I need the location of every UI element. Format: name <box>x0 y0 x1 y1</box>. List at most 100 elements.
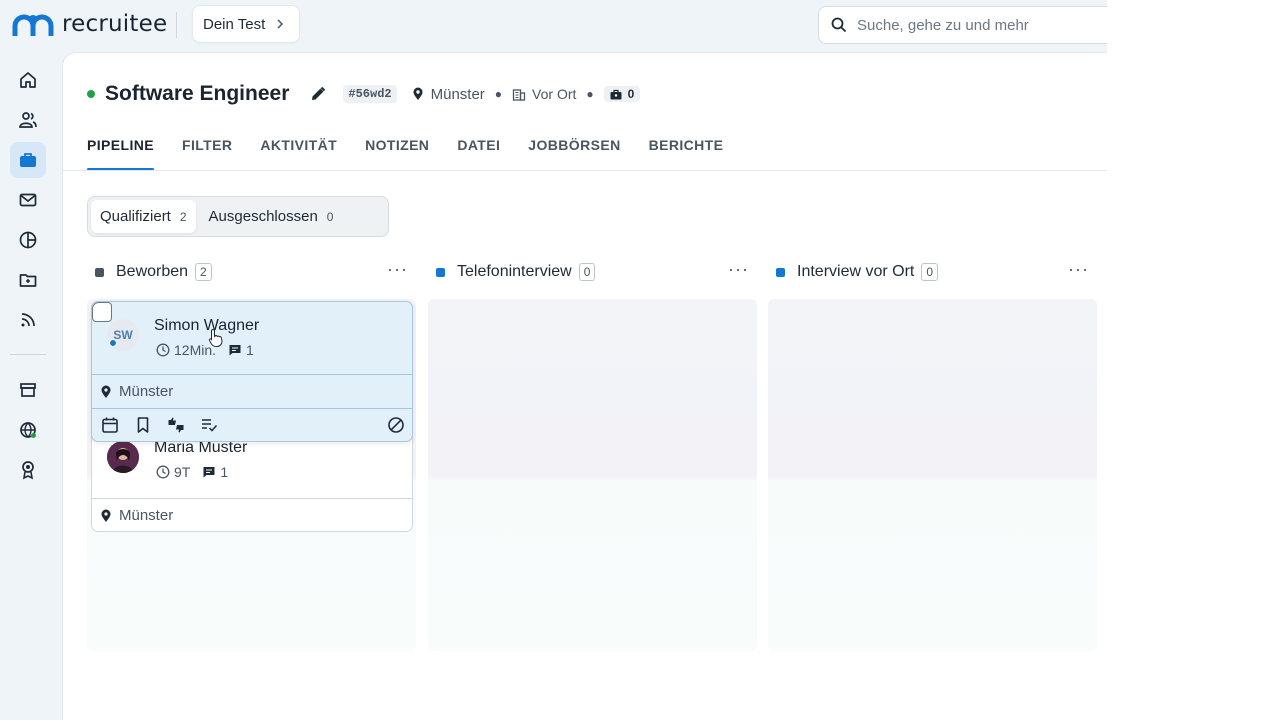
tasks-button[interactable] <box>199 415 219 435</box>
chevron-right-icon <box>277 19 284 29</box>
sidebar-item-mail[interactable] <box>10 182 46 218</box>
sidebar-item-onboarding[interactable] <box>10 452 46 488</box>
candidate-quick-actions <box>92 408 412 440</box>
candidate-meta: 9T 1 <box>156 464 228 480</box>
candidate-location-text: Münster <box>119 383 174 400</box>
candidate-name[interactable]: Simon Wagner <box>154 317 259 335</box>
block-icon <box>388 416 404 433</box>
sidebar-item-home[interactable] <box>10 62 46 98</box>
tab-filter[interactable]: FILTER <box>182 135 232 171</box>
qualified-toggle-button[interactable]: Qualifiziert 2 <box>91 200 196 233</box>
qualified-count: 2 <box>179 209 187 224</box>
column-title: Telefoninterview <box>457 263 572 280</box>
column-count: 0 <box>921 263 939 281</box>
checklist-icon <box>202 418 218 432</box>
page-title: Software Engineer <box>105 82 290 105</box>
column-more-button[interactable]: ··· <box>728 260 749 278</box>
globe-icon <box>20 422 36 438</box>
building-icon <box>512 89 526 101</box>
job-location-text: Münster <box>430 85 485 103</box>
stage-color-marker <box>95 267 104 277</box>
column-header-applied: Beworben 2 ··· <box>95 260 408 283</box>
column-more-button[interactable]: ··· <box>387 260 408 278</box>
briefcase-small-icon <box>610 89 622 99</box>
openings-count: 0 <box>627 87 635 101</box>
openings-badge: 0 <box>603 86 641 102</box>
message-icon <box>203 467 215 478</box>
job-header: Software Engineer #56wd2 Münster ● Vor O… <box>87 81 641 107</box>
tab-activity[interactable]: AKTIVITÄT <box>260 135 337 171</box>
column-title: Interview vor Ort <box>797 263 915 280</box>
candidate-time: 9T <box>174 464 191 480</box>
blank-area <box>1107 0 1280 720</box>
app-window: recruitee Dein Test Suche, gehe zu und m… <box>0 0 1107 720</box>
sidebar-item-candidates[interactable] <box>10 102 46 138</box>
column-dropzone-onsite-interview[interactable] <box>768 299 1097 651</box>
job-workplace-text: Vor Ort <box>532 86 577 102</box>
tab-files[interactable]: DATEI <box>457 135 500 171</box>
trophy-icon <box>22 461 34 480</box>
search-input[interactable] <box>857 16 1097 34</box>
candidate-location: Münster <box>92 498 412 531</box>
bookmark-icon <box>137 416 149 433</box>
excluded-count: 0 <box>326 209 334 224</box>
sidebar-item-feed[interactable] <box>10 302 46 338</box>
mail-icon <box>19 193 37 207</box>
bookmark-button[interactable] <box>133 415 153 435</box>
stage-color-marker <box>436 267 445 277</box>
map-pin-icon <box>101 385 111 398</box>
main-panel: Software Engineer #56wd2 Münster ● Vor O… <box>62 52 1107 720</box>
column-header-onsite-interview: Interview vor Ort 0 ··· <box>776 260 1089 283</box>
qualification-toggle: Qualifiziert 2 Ausgeschlossen 0 <box>87 196 389 237</box>
test-account-label: Dein Test <box>203 15 266 33</box>
job-code-badge: #56wd2 <box>343 85 397 103</box>
sidebar-item-careers-site[interactable] <box>10 372 46 408</box>
thumbs-up-down-icon <box>168 417 184 432</box>
map-pin-icon <box>101 509 111 522</box>
sidebar-item-reports[interactable] <box>10 222 46 258</box>
candidate-location: Münster <box>92 374 412 408</box>
edit-pencil-icon[interactable] <box>309 85 327 103</box>
clock-icon <box>156 343 170 357</box>
job-workplace: Vor Ort <box>512 86 576 102</box>
tab-notes[interactable]: NOTIZEN <box>365 135 429 171</box>
logo-text: recruitee <box>62 11 168 37</box>
map-pin-icon <box>413 87 423 100</box>
tab-reports[interactable]: BERICHTE <box>649 135 724 171</box>
briefcase-icon <box>20 153 36 167</box>
column-title: Beworben <box>116 263 189 280</box>
excluded-label: Ausgeschlossen <box>208 208 318 225</box>
meta-separator: ● <box>586 87 594 101</box>
schedule-event-button[interactable] <box>100 415 120 435</box>
candidate-select-checkbox[interactable] <box>92 302 112 322</box>
top-bar: recruitee Dein Test <box>0 0 1107 52</box>
rss-icon <box>21 313 35 327</box>
candidate-message-count: 1 <box>246 342 254 358</box>
stage-color-marker <box>776 267 785 277</box>
calendar-icon <box>102 417 118 433</box>
logo[interactable]: recruitee <box>12 10 167 38</box>
sidebar-item-jobs[interactable] <box>10 142 46 178</box>
job-tabs: PIPELINE FILTER AKTIVITÄT NOTIZEN DATEI … <box>87 135 751 171</box>
column-dropzone-phone-interview[interactable] <box>428 299 757 651</box>
clock-icon <box>156 465 170 479</box>
evaluate-button[interactable] <box>166 415 186 435</box>
users-icon <box>19 112 37 128</box>
search-icon <box>831 17 847 33</box>
excluded-toggle-button[interactable]: Ausgeschlossen 0 <box>200 200 343 233</box>
meta-separator: ● <box>494 87 503 101</box>
tab-pipeline[interactable]: PIPELINE <box>87 135 154 171</box>
new-candidate-dot <box>109 339 117 347</box>
folder-icon <box>19 274 37 287</box>
sidebar-item-job-boards[interactable] <box>10 412 46 448</box>
tab-job-boards[interactable]: JOBBÖRSEN <box>528 135 620 171</box>
global-search[interactable] <box>818 6 1107 44</box>
candidate-location-text: Münster <box>119 507 174 524</box>
disqualify-button[interactable] <box>386 415 406 435</box>
test-account-button[interactable]: Dein Test <box>192 5 301 43</box>
column-more-button[interactable]: ··· <box>1068 260 1089 278</box>
candidate-message-count: 1 <box>220 464 229 480</box>
candidate-card-hovered[interactable]: SW Simon Wagner 12Min. 1 Münster <box>91 301 413 442</box>
pie-chart-icon <box>19 231 37 249</box>
sidebar-item-files[interactable] <box>10 262 46 298</box>
